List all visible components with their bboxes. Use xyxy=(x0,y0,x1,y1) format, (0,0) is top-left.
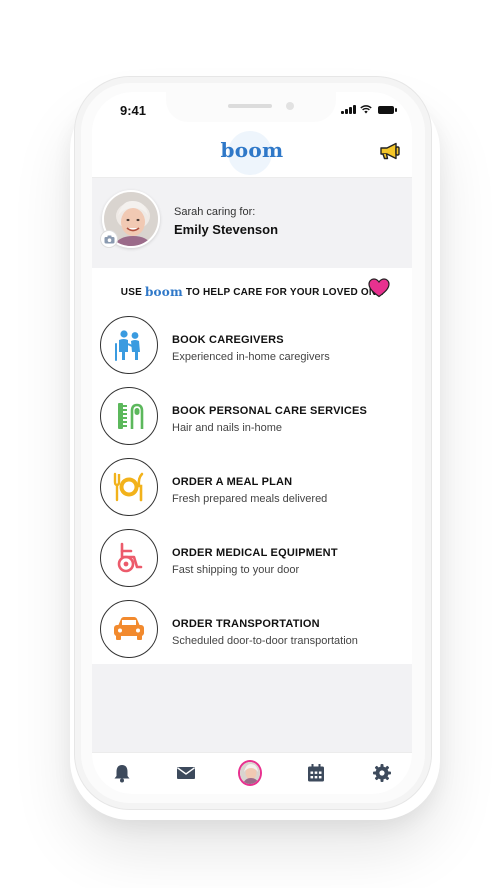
caregiver-profile[interactable]: Sarah caring for: Emily Stevenson xyxy=(92,182,412,262)
service-subtitle: Scheduled door-to-door transportation xyxy=(172,635,358,647)
status-time: 9:41 xyxy=(120,103,147,118)
meal-plate-icon xyxy=(100,458,158,516)
wifi-icon xyxy=(360,105,372,114)
service-title: BOOK PERSONAL CARE SERVICES xyxy=(172,405,368,417)
app-logo[interactable]: boom xyxy=(92,138,412,162)
service-book-caregivers[interactable]: BOOK CAREGIVERS Experienced in-home care… xyxy=(98,314,408,378)
service-medical-equipment[interactable]: ORDER MEDICAL EQUIPMENT Fast shipping to… xyxy=(98,527,408,591)
tagline-brand: boom xyxy=(144,285,183,299)
app-screen: 9:41 boom Sarah caring for: Emily Steven… xyxy=(92,92,412,794)
front-camera xyxy=(286,102,294,110)
service-title: ORDER MEDICAL EQUIPMENT xyxy=(172,547,338,559)
megaphone-icon[interactable] xyxy=(378,142,402,160)
status-icons xyxy=(341,105,397,114)
bell-icon[interactable] xyxy=(110,761,134,785)
comb-nail-icon xyxy=(100,387,158,445)
service-subtitle: Hair and nails in-home xyxy=(172,422,283,434)
signal-icon xyxy=(341,105,356,114)
profile-avatar[interactable] xyxy=(238,760,262,786)
gear-icon[interactable] xyxy=(370,761,394,785)
tagline-suffix: TO HELP CARE FOR YOUR LOVED ONE xyxy=(185,286,384,298)
service-title: ORDER TRANSPORTATION xyxy=(172,618,320,630)
heart-icon xyxy=(368,278,390,298)
service-title: ORDER A MEAL PLAN xyxy=(172,476,293,488)
calendar-icon[interactable] xyxy=(304,761,328,785)
service-transportation[interactable]: ORDER TRANSPORTATION Scheduled door-to-d… xyxy=(98,598,408,662)
tagline: USE boom TO HELP CARE FOR YOUR LOVED ONE xyxy=(92,285,412,299)
battery-icon xyxy=(378,105,397,114)
patient-name: Emily Stevenson xyxy=(174,222,279,237)
camera-icon[interactable] xyxy=(100,230,118,248)
services-list: USE boom TO HELP CARE FOR YOUR LOVED ONE… xyxy=(92,268,412,664)
speaker-grille xyxy=(228,104,272,108)
service-subtitle: Fresh prepared meals delivered xyxy=(172,493,328,505)
service-title: BOOK CAREGIVERS xyxy=(172,334,284,346)
phone-notch xyxy=(166,92,336,122)
service-subtitle: Fast shipping to your door xyxy=(172,564,300,576)
mail-icon[interactable] xyxy=(174,761,198,785)
service-personal-care[interactable]: BOOK PERSONAL CARE SERVICES Hair and nai… xyxy=(98,385,408,449)
caregiver-icon xyxy=(100,316,158,374)
service-meal-plan[interactable]: ORDER A MEAL PLAN Fresh prepared meals d… xyxy=(98,456,408,520)
car-icon xyxy=(100,600,158,658)
app-header: boom xyxy=(92,126,412,178)
tagline-prefix: USE xyxy=(120,286,142,298)
caring-for-label: Sarah caring for: xyxy=(174,206,256,218)
bottom-tab-bar xyxy=(92,752,412,794)
wheelchair-icon xyxy=(100,529,158,587)
service-subtitle: Experienced in-home caregivers xyxy=(172,351,330,363)
